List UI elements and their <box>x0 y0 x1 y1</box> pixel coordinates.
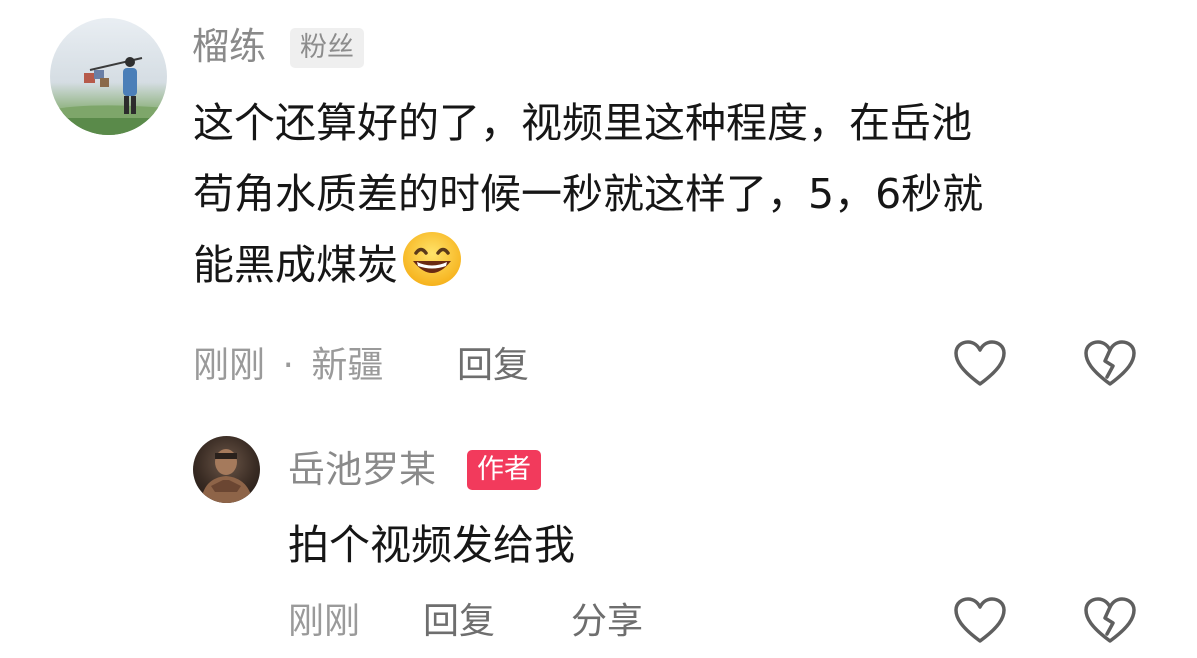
comment-text: 这个还算好的了，视频里这种程度，在岳池 苟角水质差的时候一秒就这样了，5，6秒就… <box>193 88 983 309</box>
reply-reply-button[interactable]: 回复 <box>423 600 495 644</box>
avatar-photo <box>201 449 253 503</box>
grinning-face-emoji <box>401 231 463 309</box>
reply-button[interactable]: 回复 <box>457 344 529 388</box>
reply-time: 刚刚 <box>288 601 361 642</box>
share-button[interactable]: 分享 <box>571 600 643 644</box>
author-badge: 作者 <box>467 450 541 490</box>
author-avatar[interactable] <box>193 436 260 503</box>
comment-text-line: 这个还算好的了，视频里这种程度，在岳池 <box>193 99 972 147</box>
fan-badge: 粉丝 <box>290 28 364 68</box>
meta-separator: · <box>282 345 294 386</box>
comment-username[interactable]: 榴练 <box>192 24 266 70</box>
reply-username[interactable]: 岳池罗某 <box>288 447 436 493</box>
avatar[interactable] <box>50 18 167 135</box>
comment-text-line: 能黑成煤炭 <box>193 230 983 309</box>
comment-time: 刚刚 <box>193 345 266 386</box>
comment-location: 新疆 <box>311 345 384 386</box>
comment-text-line: 苟角水质差的时候一秒就这样了，5，6秒就 <box>193 170 984 218</box>
broken-heart-icon[interactable] <box>1083 339 1137 393</box>
avatar-illustration <box>50 57 167 135</box>
heart-outline-icon[interactable] <box>953 596 1007 650</box>
broken-heart-icon[interactable] <box>1083 596 1137 650</box>
comment-meta: 刚刚 · 新疆 <box>193 344 383 388</box>
heart-outline-icon[interactable] <box>953 339 1007 393</box>
reply-text: 拍个视频发给我 <box>288 521 575 569</box>
comment-text-line-last: 能黑成煤炭 <box>193 241 398 289</box>
